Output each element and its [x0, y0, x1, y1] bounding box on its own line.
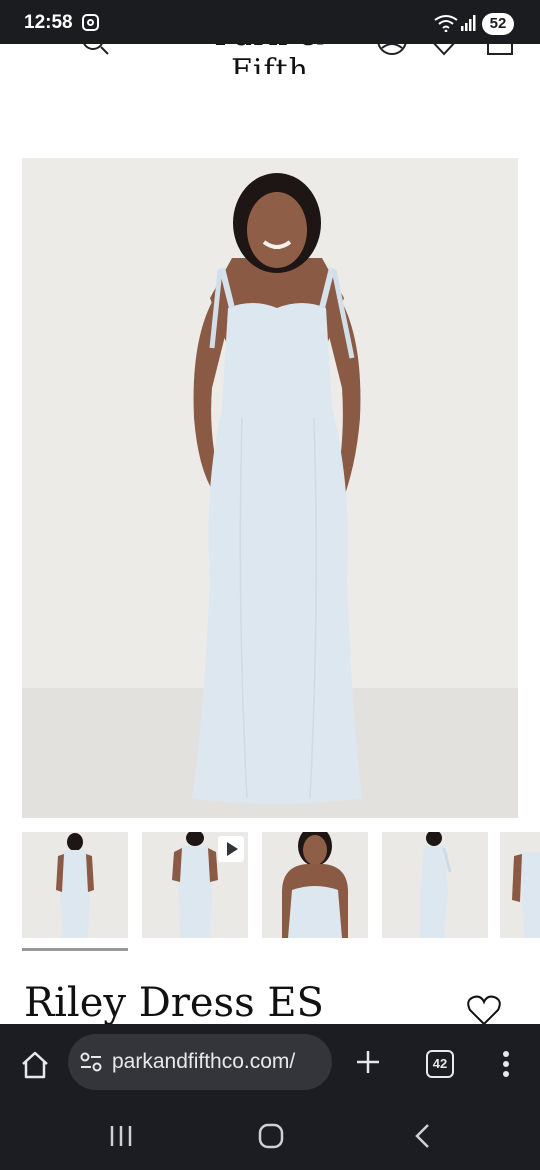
site-logo[interactable]: Park & Fifth — [180, 44, 360, 74]
thumbnail-strip — [22, 832, 540, 938]
dress-photo — [22, 158, 518, 818]
browser-toolbar: parkandfifthco.com/ 42 — [0, 1024, 540, 1170]
battery-indicator: 52 — [482, 13, 514, 35]
product-main-image[interactable] — [22, 158, 518, 818]
site-settings-icon[interactable] — [80, 1052, 102, 1072]
thumbnail-side-partial[interactable] — [500, 832, 540, 938]
status-time: 12:58 — [24, 12, 73, 33]
play-icon — [218, 836, 244, 862]
url-text: parkandfifthco.com/ — [112, 1050, 296, 1073]
wishlist-header-icon[interactable] — [428, 44, 460, 56]
account-icon[interactable] — [376, 44, 408, 56]
more-options-icon[interactable] — [502, 1050, 510, 1078]
menu-icon[interactable] — [22, 44, 50, 52]
product-title: Riley Dress ES — [24, 980, 324, 1026]
recent-apps-icon[interactable] — [106, 1122, 136, 1150]
wifi-icon — [434, 15, 458, 32]
thumbnail-active-indicator — [22, 948, 128, 951]
status-bar: 12:58 52 — [0, 0, 540, 44]
address-bar[interactable]: parkandfifthco.com/ — [68, 1034, 332, 1090]
home-nav-icon[interactable] — [256, 1122, 286, 1150]
new-tab-icon[interactable] — [354, 1048, 382, 1076]
back-icon[interactable] — [408, 1122, 438, 1150]
thumbnail-front-closeup[interactable] — [262, 832, 368, 938]
cart-icon[interactable] — [484, 44, 516, 56]
search-icon[interactable] — [80, 44, 110, 56]
thumbnail-front[interactable] — [22, 832, 128, 938]
signal-icon — [461, 15, 476, 31]
site-header: Park & Fifth — [0, 44, 540, 74]
wishlist-heart-icon[interactable] — [466, 994, 502, 1026]
thumbnail-side[interactable] — [382, 832, 488, 938]
thumbnail-back-video[interactable] — [142, 832, 248, 938]
instagram-notification-icon — [82, 14, 99, 31]
home-icon[interactable] — [20, 1050, 50, 1080]
tab-switcher-button[interactable]: 42 — [426, 1050, 454, 1078]
